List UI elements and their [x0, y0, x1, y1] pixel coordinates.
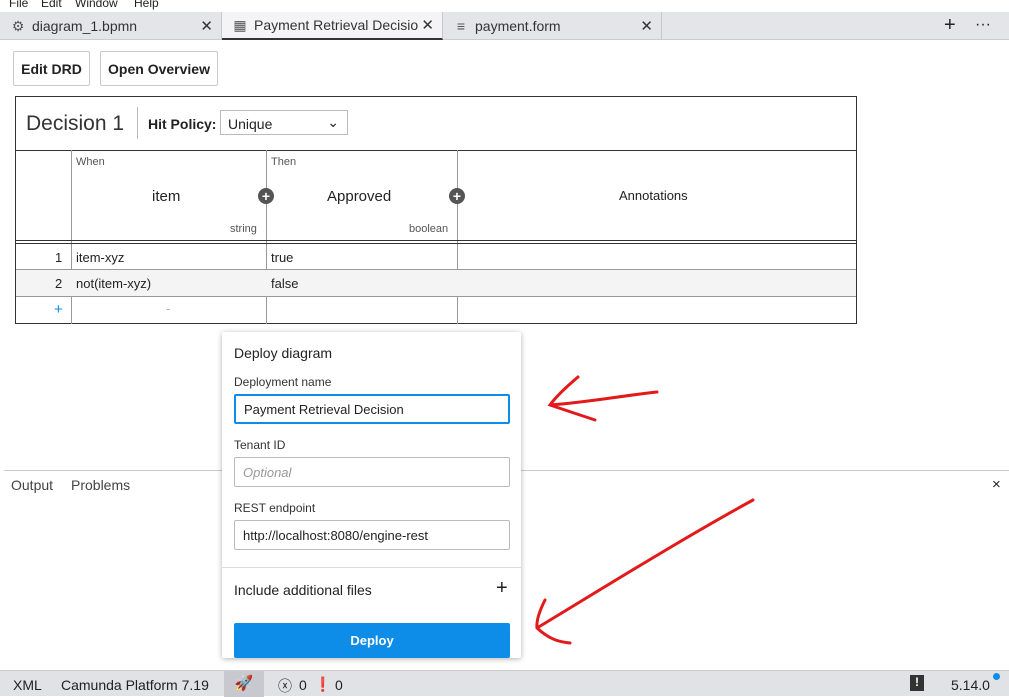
- red-arrow-icon: [547, 375, 659, 422]
- red-arrow-icon: [535, 498, 755, 645]
- annotation-arrows: [535, 375, 755, 645]
